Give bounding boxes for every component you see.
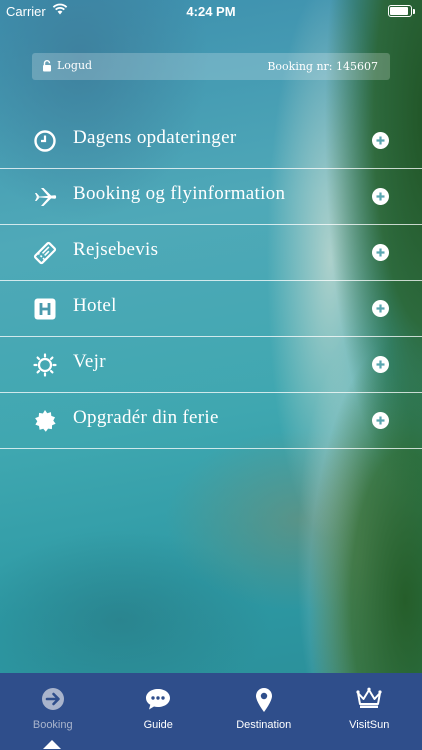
logout-button[interactable]: Logud (42, 59, 92, 72)
main-menu: Dagens opdateringer Booking og flyinform… (0, 113, 422, 449)
tab-label: Destination (236, 719, 292, 731)
menu-item-opgrader-din-ferie[interactable]: Opgradér din ferie (0, 393, 422, 449)
tab-label: Booking (32, 719, 73, 731)
expand-plus-icon[interactable] (372, 300, 389, 317)
battery-icon (388, 5, 415, 17)
tab-guide[interactable]: Guide (106, 673, 212, 750)
tab-visitsun[interactable]: VisitSun (317, 673, 422, 750)
menu-item-label: Rejsebevis (73, 239, 159, 260)
menu-item-dagens-opdateringer[interactable]: Dagens opdateringer (0, 113, 422, 169)
tab-label: VisitSun (349, 719, 390, 731)
tab-bar: Booking Guide Destination VisitSun (0, 673, 422, 750)
menu-item-hotel[interactable]: Hotel (0, 281, 422, 337)
menu-item-rejsebevis[interactable]: Rejsebevis (0, 225, 422, 281)
menu-item-label: Dagens opdateringer (73, 127, 237, 148)
battery-fill (390, 7, 408, 15)
logout-label: Logud (57, 59, 93, 72)
menu-item-vejr[interactable]: Vejr (0, 337, 422, 393)
status-bar: Carrier 4:24 PM (0, 0, 422, 22)
ticket-icon (33, 241, 57, 265)
tab-destination[interactable]: Destination (211, 673, 317, 750)
menu-item-label: Opgradér din ferie (73, 407, 219, 428)
active-tab-indicator (43, 740, 61, 749)
expand-plus-icon[interactable] (372, 244, 389, 261)
menu-item-booking-og-flyinformation[interactable]: Booking og flyinformation (0, 169, 422, 225)
tab-booking[interactable]: Booking (0, 673, 106, 750)
lock-icon (42, 59, 52, 72)
expand-plus-icon[interactable] (372, 412, 389, 429)
expand-plus-icon[interactable] (372, 356, 389, 373)
expand-plus-icon[interactable] (372, 132, 389, 149)
clock-icon (33, 129, 57, 153)
chat-icon (106, 687, 212, 713)
menu-item-label: Hotel (73, 295, 117, 316)
tab-label: Guide (143, 719, 173, 731)
arrow-circle-icon (0, 687, 106, 713)
crown-icon (317, 687, 422, 713)
map-pin-icon (211, 687, 317, 713)
clock-time: 4:24 PM (186, 4, 236, 19)
airplane-icon (33, 185, 57, 209)
hotel-icon (33, 297, 57, 321)
menu-item-label: Vejr (73, 351, 106, 372)
account-info-bar: Logud Booking nr: 145607 (32, 53, 390, 80)
booking-number: Booking nr: 145607 (267, 60, 378, 73)
menu-item-label: Booking og flyinformation (73, 183, 286, 204)
expand-plus-icon[interactable] (372, 188, 389, 205)
badge-icon (33, 409, 57, 433)
sun-icon (33, 353, 57, 377)
